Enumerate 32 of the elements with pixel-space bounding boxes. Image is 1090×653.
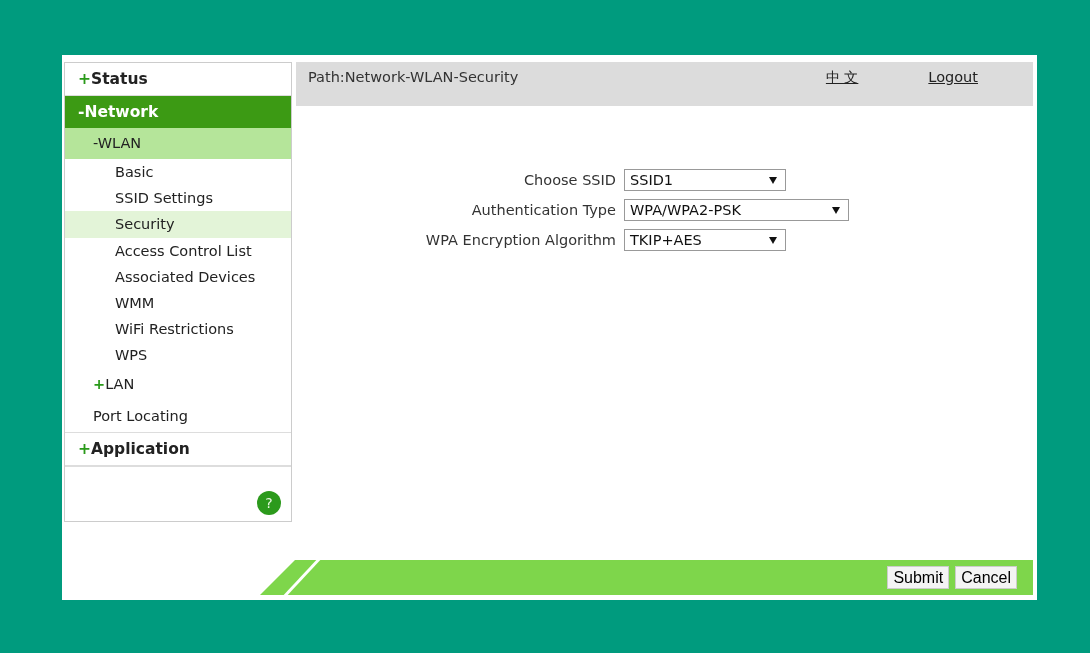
menu-item[interactable]: WPS bbox=[65, 342, 291, 369]
menu-item[interactable]: Port Locating bbox=[65, 399, 291, 433]
toggle-sign[interactable]: - bbox=[78, 103, 85, 121]
caret-icon bbox=[769, 236, 777, 244]
menu-item[interactable]: -WLAN bbox=[65, 128, 291, 159]
toggle-sign[interactable]: + bbox=[78, 439, 91, 458]
menu-item[interactable]: Basic bbox=[65, 159, 291, 186]
field-label: WPA Encryption Algorithm bbox=[424, 232, 617, 248]
form-button[interactable]: Submit bbox=[887, 566, 950, 589]
menu-item[interactable]: Access Control List bbox=[65, 237, 291, 264]
dropdown-field[interactable]: TKIP+AES bbox=[624, 229, 786, 251]
logout-link[interactable]: Logout bbox=[928, 69, 978, 85]
menu-item[interactable]: WiFi Restrictions bbox=[65, 316, 291, 343]
toggle-sign[interactable]: - bbox=[93, 135, 98, 151]
menu-item[interactable]: +Application bbox=[65, 432, 291, 466]
menu-item[interactable]: +LAN bbox=[65, 368, 291, 400]
dropdown-field[interactable]: SSID1 bbox=[624, 169, 786, 191]
dropdown-field[interactable]: WPA/WPA2-PSK bbox=[624, 199, 849, 221]
breadcrumb-path: Path:Network-WLAN-Security bbox=[308, 69, 520, 85]
caret-icon bbox=[769, 176, 777, 184]
field-label: Authentication Type bbox=[470, 202, 617, 218]
menu-item[interactable]: Associated Devices bbox=[65, 263, 291, 290]
field-label: Choose SSID bbox=[523, 172, 617, 188]
menu-item[interactable]: -Network bbox=[65, 96, 291, 128]
form-button[interactable]: Cancel bbox=[955, 566, 1017, 589]
menu-item[interactable]: WMM bbox=[65, 289, 291, 317]
menu-item[interactable]: Security bbox=[65, 211, 291, 238]
language-link[interactable]: 中 文 bbox=[825, 69, 859, 87]
menu-item[interactable]: SSID Settings bbox=[65, 185, 291, 212]
toggle-sign[interactable]: + bbox=[78, 70, 91, 88]
toggle-sign[interactable]: + bbox=[93, 375, 106, 392]
caret-icon bbox=[832, 206, 840, 214]
